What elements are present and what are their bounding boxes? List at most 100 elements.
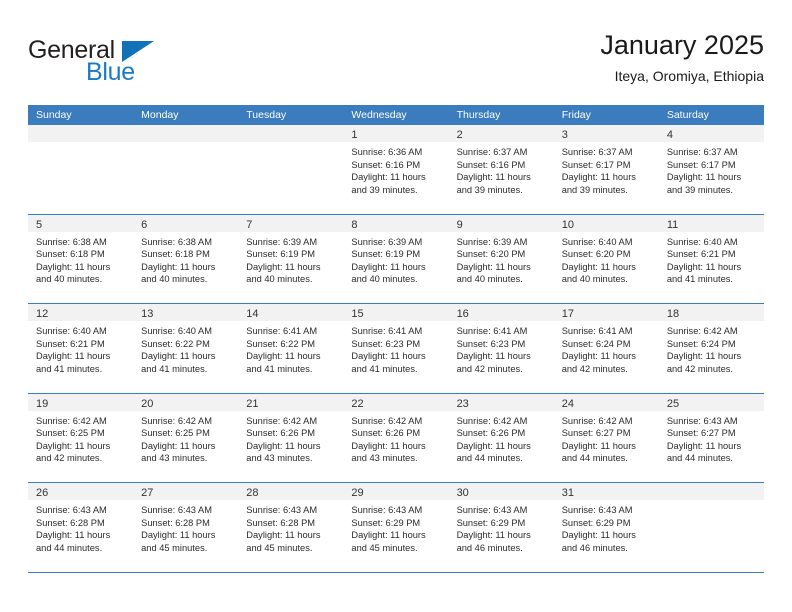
day-cell[interactable]: 8 Sunrise: 6:39 AM Sunset: 6:19 PM Daylight… [343,214,449,303]
day-cell[interactable]: 24 Sunrise: 6:42 AM Sunset: 6:27 PM Dayligh… [553,393,659,482]
general-blue-logo[interactable]: General Blue [28,36,228,92]
day-number: 12 [36,308,49,320]
day-number-band: 16 [448,304,554,321]
daylight-text-line2: and 40 minutes. [561,274,628,285]
daylight-text-line2: and 42 minutes. [666,363,733,374]
sunset-text: Sunset: 6:21 PM [36,338,105,349]
sunset-text: Sunset: 6:25 PM [141,428,210,439]
day-cell[interactable]: 22 Sunrise: 6:42 AM Sunset: 6:26 PM Dayligh… [343,393,449,482]
day-number-band: 9 [448,214,554,232]
day-cell[interactable]: 17 Sunrise: 6:41 AM Sunset: 6:24 PM Dayligh… [553,304,659,393]
sunset-text: Sunset: 6:26 PM [456,428,526,439]
day-info: Sunrise: 6:42 AM Sunset: 6:25 PM Daylight:… [28,411,133,465]
day-info: Sunrise: 6:42 AM Sunset: 6:26 PM Daylight:… [449,411,554,465]
daylight-text-line1: Daylight: 11 hours [141,440,216,451]
day-cell[interactable]: 16 Sunrise: 6:41 AM Sunset: 6:23 PM Dayligh… [448,304,554,393]
sunrise-text: Sunrise: 6:41 AM [561,326,633,336]
sunrise-text: Sunrise: 6:40 AM [666,236,738,247]
day-cell[interactable]: 5 Sunrise: 6:38 AM Sunset: 6:18 PM Daylight… [28,214,134,303]
sunset-text: Sunset: 6:27 PM [561,428,631,439]
day-cell[interactable]: 9 Sunrise: 6:39 AM Sunset: 6:20 PM Daylight… [448,214,554,303]
day-info: Sunrise: 6:43 AM Sunset: 6:29 PM Daylight:… [449,500,554,554]
day-info: Sunrise: 6:43 AM Sunset: 6:28 PM Daylight:… [133,500,238,554]
day-info: Sunrise: 6:42 AM Sunset: 6:26 PM Daylight:… [343,411,448,465]
sunrise-text: Sunrise: 6:40 AM [141,326,212,336]
daylight-text-line1: Daylight: 11 hours [246,351,321,362]
sunrise-text: Sunrise: 6:43 AM [666,415,738,426]
day-number-band: 3 [553,125,659,142]
day-cell[interactable]: 25 Sunrise: 6:43 AM Sunset: 6:27 PM Dayligh… [658,393,764,482]
day-info: Sunrise: 6:42 AM Sunset: 6:24 PM Daylight:… [659,321,764,375]
daylight-text-line1: Daylight: 11 hours [351,530,426,541]
sunset-text: Sunset: 6:25 PM [36,428,105,439]
daylight-text-line1: Daylight: 11 hours [456,351,531,362]
day-number: 31 [561,487,574,499]
weekday-header-monday: Monday [141,109,179,121]
day-number-band: 7 [238,214,344,232]
day-cell[interactable]: 14 Sunrise: 6:41 AM Sunset: 6:22 PM Dayligh… [238,304,344,393]
sunset-text: Sunset: 6:26 PM [246,428,316,439]
day-cell[interactable]: 30 Sunrise: 6:43 AM Sunset: 6:29 PM Dayligh… [448,483,554,572]
sunset-text: Sunset: 6:29 PM [351,517,421,528]
day-cell[interactable]: 15 Sunrise: 6:41 AM Sunset: 6:23 PM Dayligh… [343,304,449,393]
sunrise-text: Sunrise: 6:42 AM [246,415,318,426]
day-cell[interactable]: 13 Sunrise: 6:40 AM Sunset: 6:22 PM Dayligh… [133,304,239,393]
day-cell[interactable]: 18 Sunrise: 6:42 AM Sunset: 6:24 PM Dayligh… [658,304,764,393]
day-cell[interactable]: 11 Sunrise: 6:40 AM Sunset: 6:21 PM Dayligh… [658,214,764,303]
sunset-text: Sunset: 6:19 PM [351,249,421,260]
daylight-text-line1: Daylight: 11 hours [141,351,216,362]
day-cell[interactable]: 7 Sunrise: 6:39 AM Sunset: 6:19 PM Daylight… [238,214,344,303]
day-cell[interactable]: 12 Sunrise: 6:40 AM Sunset: 6:21 PM Dayligh… [28,304,134,393]
sunrise-text: Sunrise: 6:39 AM [456,236,528,247]
day-number: 3 [561,129,568,141]
daylight-text-line1: Daylight: 11 hours [456,530,531,541]
day-cell[interactable]: 3 Sunrise: 6:37 AM Sunset: 6:17 PM Daylight… [553,125,659,214]
day-cell[interactable]: 1 Sunrise: 6:36 AM Sunset: 6:16 PM Daylight… [343,125,449,214]
day-number: 7 [246,218,253,231]
day-cell[interactable]: 10 Sunrise: 6:40 AM Sunset: 6:20 PM Dayligh… [553,214,659,303]
day-number-band: 2 [448,125,554,142]
daylight-text-line1: Daylight: 11 hours [141,261,216,272]
day-info: Sunrise: 6:40 AM Sunset: 6:21 PM Daylight:… [28,321,133,375]
sunrise-text: Sunrise: 6:39 AM [351,236,423,247]
sunrise-text: Sunrise: 6:38 AM [36,236,107,247]
day-cell[interactable]: 27 Sunrise: 6:43 AM Sunset: 6:28 PM Dayligh… [133,483,239,572]
daylight-text-line1: Daylight: 11 hours [351,351,426,362]
day-cell[interactable]: 23 Sunrise: 6:42 AM Sunset: 6:26 PM Dayligh… [448,393,554,482]
day-info: Sunrise: 6:37 AM Sunset: 6:17 PM Daylight:… [554,142,659,196]
day-cell[interactable]: 21 Sunrise: 6:42 AM Sunset: 6:26 PM Dayligh… [238,393,344,482]
day-number: 16 [456,308,469,320]
day-info: Sunrise: 6:43 AM Sunset: 6:28 PM Daylight:… [238,500,343,554]
day-cell[interactable]: 28 Sunrise: 6:43 AM Sunset: 6:28 PM Dayligh… [238,483,344,572]
day-info: Sunrise: 6:43 AM Sunset: 6:29 PM Daylight:… [343,500,448,554]
day-info: Sunrise: 6:39 AM Sunset: 6:20 PM Daylight:… [449,232,554,286]
sunset-text: Sunset: 6:19 PM [246,249,316,260]
weekday-header-wednesday: Wednesday [351,109,407,121]
daylight-text-line1: Daylight: 11 hours [36,261,111,272]
daylight-text-line2: and 46 minutes. [561,542,628,553]
day-cell[interactable]: 2 Sunrise: 6:37 AM Sunset: 6:16 PM Daylight… [448,125,554,214]
day-cell[interactable]: 6 Sunrise: 6:38 AM Sunset: 6:18 PM Daylight… [133,214,239,303]
daylight-text-line2: and 39 minutes. [351,184,418,195]
daylight-text-line2: and 46 minutes. [456,542,523,553]
sunrise-text: Sunrise: 6:39 AM [246,236,318,247]
day-cell[interactable]: 31 Sunrise: 6:43 AM Sunset: 6:29 PM Dayligh… [553,483,659,572]
daylight-text-line1: Daylight: 11 hours [666,440,742,451]
daylight-text-line2: and 42 minutes. [456,363,523,374]
day-number: 8 [351,218,358,231]
sunset-text: Sunset: 6:16 PM [351,159,421,170]
day-number-band: 23 [448,393,554,411]
day-cell[interactable]: 29 Sunrise: 6:43 AM Sunset: 6:29 PM Dayligh… [343,483,449,572]
day-cell[interactable]: 20 Sunrise: 6:42 AM Sunset: 6:25 PM Dayligh… [133,393,239,482]
day-cell[interactable]: 19 Sunrise: 6:42 AM Sunset: 6:25 PM Dayligh… [28,393,134,482]
sunrise-text: Sunrise: 6:37 AM [666,147,738,157]
daylight-text-line1: Daylight: 11 hours [456,440,531,451]
day-number: 18 [666,308,680,320]
sunset-text: Sunset: 6:20 PM [561,249,631,260]
day-number-band: 4 [658,125,764,142]
day-cell[interactable]: 4 Sunrise: 6:37 AM Sunset: 6:17 PM Daylight… [658,125,764,214]
day-info: Sunrise: 6:42 AM Sunset: 6:26 PM Daylight:… [238,411,343,465]
day-cell[interactable]: 26 Sunrise: 6:43 AM Sunset: 6:28 PM Dayligh… [28,483,134,572]
day-info: Sunrise: 6:43 AM Sunset: 6:27 PM Daylight:… [659,411,764,465]
calendar-body: 1 Sunrise: 6:36 AM Sunset: 6:16 PM Daylight… [28,125,764,573]
